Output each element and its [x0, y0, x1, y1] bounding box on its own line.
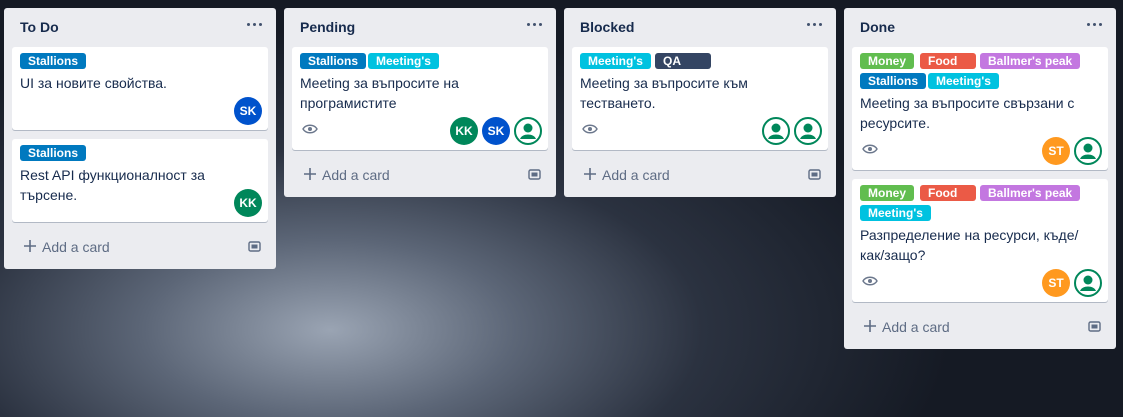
list-header[interactable]: Pending — [284, 8, 556, 44]
label-stallions[interactable]: Stallions — [300, 53, 367, 69]
label-stallions[interactable]: Stallions — [20, 145, 87, 161]
label-qa[interactable]: QA — [655, 53, 711, 69]
card-template-icon[interactable] — [808, 168, 822, 182]
dot — [258, 22, 262, 26]
person-icon — [1074, 269, 1102, 297]
list-menu-button[interactable] — [804, 14, 824, 34]
label-ballmers-peak[interactable]: Ballmer's peak — [980, 53, 1081, 69]
add-card-label: Add a card — [882, 319, 950, 335]
default-avatar-icon[interactable] — [514, 117, 542, 145]
card-title: Meeting за въпросите към тестването. — [580, 75, 748, 111]
add-card-label: Add a card — [42, 239, 110, 255]
card[interactable]: Money Food Ballmer's peak Meeting's Разп… — [852, 179, 1108, 302]
dot — [1098, 22, 1102, 26]
card-title: Meeting за въпросите на програмистите — [300, 75, 459, 111]
dot — [532, 22, 536, 26]
label-money[interactable]: Money — [860, 53, 915, 69]
member-avatar[interactable]: KK — [234, 189, 262, 217]
watching-eye-icon — [862, 144, 878, 154]
label-meetings[interactable]: Meeting's — [928, 73, 999, 89]
dot — [252, 22, 256, 26]
add-card-button[interactable]: Add a card — [12, 233, 268, 261]
dot — [806, 22, 810, 26]
member-avatar[interactable]: SK — [482, 117, 510, 145]
board: To Do Stallions UI за новите свойства. S… — [0, 0, 1123, 417]
person-icon — [762, 117, 790, 145]
default-avatar-icon[interactable] — [1074, 137, 1102, 165]
list-blocked: Blocked Meeting's QA Meeting за въпросит… — [564, 8, 836, 197]
member-avatar[interactable]: SK — [234, 97, 262, 125]
person-icon — [794, 117, 822, 145]
person-icon — [1074, 137, 1102, 165]
card-template-icon[interactable] — [528, 168, 542, 182]
list-pending: Pending Stallions Meeting's Meeting за в… — [284, 8, 556, 197]
card-template-icon[interactable] — [248, 240, 262, 254]
add-card-button[interactable]: Add a card — [852, 313, 1108, 341]
plus-icon — [24, 240, 36, 252]
label-stallions[interactable]: Stallions — [860, 73, 927, 89]
dot — [1086, 22, 1090, 26]
dot — [246, 22, 250, 26]
list-title[interactable]: Done — [860, 19, 895, 35]
list-title[interactable]: Blocked — [580, 19, 634, 35]
card-title: Rest API функционалност за търсене. — [20, 167, 205, 203]
list-menu-button[interactable] — [244, 14, 264, 34]
label-money[interactable]: Money — [860, 185, 915, 201]
watching-eye-icon — [862, 276, 878, 286]
default-avatar-icon[interactable] — [1074, 269, 1102, 297]
label-stallions[interactable]: Stallions — [20, 53, 87, 69]
list-title[interactable]: Pending — [300, 19, 355, 35]
list-done: Done Money Food Ballmer's peak Stallions… — [844, 8, 1116, 349]
label-food[interactable]: Food — [920, 185, 976, 201]
plus-icon — [304, 168, 316, 180]
label-ballmers-peak[interactable]: Ballmer's peak — [980, 185, 1081, 201]
plus-icon — [584, 168, 596, 180]
dot — [538, 22, 542, 26]
list-header[interactable]: To Do — [4, 8, 276, 44]
card[interactable]: Money Food Ballmer's peak Stallions Meet… — [852, 47, 1108, 170]
list-menu-button[interactable] — [1084, 14, 1104, 34]
card[interactable]: Stallions UI за новите свойства. SK — [12, 47, 268, 130]
card-title: UI за новите свойства. — [20, 75, 167, 91]
card-template-icon[interactable] — [1088, 320, 1102, 334]
label-food[interactable]: Food — [920, 53, 976, 69]
dot — [526, 22, 530, 26]
dot — [818, 22, 822, 26]
label-meetings[interactable]: Meeting's — [580, 53, 651, 69]
add-card-label: Add a card — [322, 167, 390, 183]
add-card-button[interactable]: Add a card — [572, 161, 828, 189]
card[interactable]: Meeting's QA Meeting за въпросите към те… — [572, 47, 828, 150]
plus-icon — [864, 320, 876, 332]
label-meetings[interactable]: Meeting's — [860, 205, 931, 221]
card[interactable]: Stallions Rest API функционалност за тър… — [12, 139, 268, 222]
list-header[interactable]: Done — [844, 8, 1116, 44]
member-avatar[interactable]: ST — [1042, 137, 1070, 165]
dot — [812, 22, 816, 26]
list-menu-button[interactable] — [524, 14, 544, 34]
default-avatar-icon[interactable] — [762, 117, 790, 145]
list-to-do: To Do Stallions UI за новите свойства. S… — [4, 8, 276, 269]
card[interactable]: Stallions Meeting's Meeting за въпросите… — [292, 47, 548, 150]
label-meetings[interactable]: Meeting's — [368, 53, 439, 69]
person-icon — [514, 117, 542, 145]
watching-eye-icon — [302, 124, 318, 134]
watching-eye-icon — [582, 124, 598, 134]
default-avatar-icon[interactable] — [794, 117, 822, 145]
add-card-label: Add a card — [602, 167, 670, 183]
list-title[interactable]: To Do — [20, 19, 59, 35]
card-title: Разпределение на ресурси, къде/как/защо? — [860, 227, 1079, 263]
card-title: Meeting за въпросите свързани с ресурсит… — [860, 95, 1075, 131]
dot — [1092, 22, 1096, 26]
add-card-button[interactable]: Add a card — [292, 161, 548, 189]
member-avatar[interactable]: KK — [450, 117, 478, 145]
list-header[interactable]: Blocked — [564, 8, 836, 44]
member-avatar[interactable]: ST — [1042, 269, 1070, 297]
